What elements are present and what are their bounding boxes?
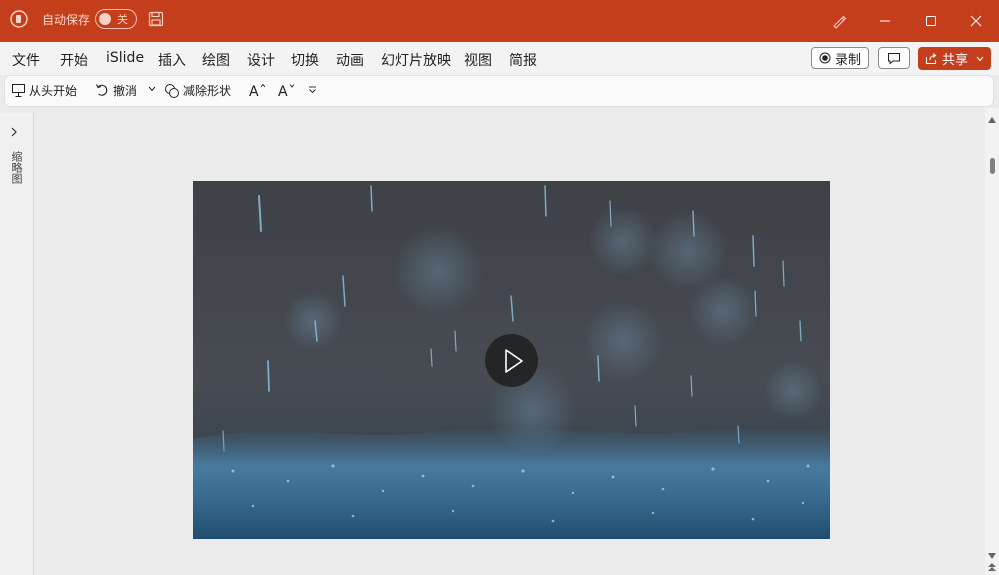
scroll-thumb[interactable]: [990, 158, 995, 174]
from-start-label: 从头开始: [29, 84, 78, 98]
autosave-state: 关: [117, 13, 128, 26]
record-label: 录制: [834, 52, 861, 68]
video-play-button[interactable]: [485, 334, 538, 387]
title-bar: 自动保存 关: [0, 0, 999, 42]
expand-pane-icon[interactable]: [10, 126, 18, 141]
undo-button[interactable]: 撤消: [95, 82, 137, 99]
tab-slideshow[interactable]: 幻灯片放映: [381, 50, 451, 70]
svg-text:A: A: [278, 84, 288, 98]
undo-icon: [95, 83, 110, 98]
chevron-down-icon[interactable]: [976, 56, 984, 62]
vertical-scrollbar[interactable]: [985, 108, 999, 575]
decrease-font-icon[interactable]: A: [278, 82, 296, 98]
toggle-knob: [99, 13, 111, 25]
customize-qat-icon[interactable]: [308, 86, 317, 94]
autosave-toggle[interactable]: 关: [95, 9, 137, 29]
tab-insert[interactable]: 插入: [158, 50, 186, 70]
close-icon[interactable]: [953, 0, 999, 42]
tab-briefing[interactable]: 简报: [509, 50, 537, 70]
increase-font-icon[interactable]: A: [249, 82, 267, 98]
quick-access-toolbar: 从头开始 撤消 减除形状 A A: [4, 75, 994, 107]
tab-draw[interactable]: 绘图: [202, 50, 230, 70]
tab-file[interactable]: 文件: [12, 50, 40, 70]
tab-islide[interactable]: iSlide: [106, 50, 144, 66]
share-icon: [925, 52, 938, 65]
svg-text:A: A: [249, 84, 259, 98]
save-icon[interactable]: [147, 10, 165, 28]
tab-transitions[interactable]: 切换: [291, 50, 319, 70]
record-button[interactable]: 录制: [811, 47, 869, 69]
tab-design[interactable]: 设计: [247, 50, 275, 70]
comment-icon: [887, 52, 901, 65]
share-label: 共享: [941, 53, 968, 68]
subtract-shape-label: 减除形状: [183, 84, 232, 98]
subtract-shape-icon: [164, 83, 180, 99]
comments-button[interactable]: [878, 47, 910, 69]
subtract-shape-button[interactable]: 减除形状: [164, 82, 231, 99]
scroll-up-icon[interactable]: [988, 112, 996, 127]
previous-slide-icon[interactable]: [988, 560, 996, 575]
undo-dropdown-chevron-icon[interactable]: [148, 86, 156, 92]
maximize-icon[interactable]: [908, 0, 954, 42]
thumbnail-pane-label[interactable]: 缩略图: [8, 151, 24, 184]
tab-view[interactable]: 视图: [464, 50, 492, 70]
powerpoint-logo-icon: [10, 10, 28, 28]
pen-icon[interactable]: [816, 0, 862, 42]
tab-home[interactable]: 开始: [60, 50, 88, 70]
tab-animations[interactable]: 动画: [336, 50, 364, 70]
minimize-icon[interactable]: [862, 0, 908, 42]
thumbnail-pane: 缩略图: [0, 113, 34, 575]
play-icon: [504, 348, 524, 374]
record-icon: [819, 52, 831, 64]
undo-label: 撤消: [113, 84, 138, 98]
autosave-label: 自动保存: [42, 13, 91, 27]
from-start-button[interactable]: 从头开始: [11, 82, 77, 99]
share-button[interactable]: 共享: [918, 47, 991, 70]
present-icon: [11, 83, 26, 98]
ribbon-tabs: 文件 开始 iSlide 插入 绘图 设计 切换 动画 幻灯片放映 视图 简报 …: [0, 42, 999, 75]
